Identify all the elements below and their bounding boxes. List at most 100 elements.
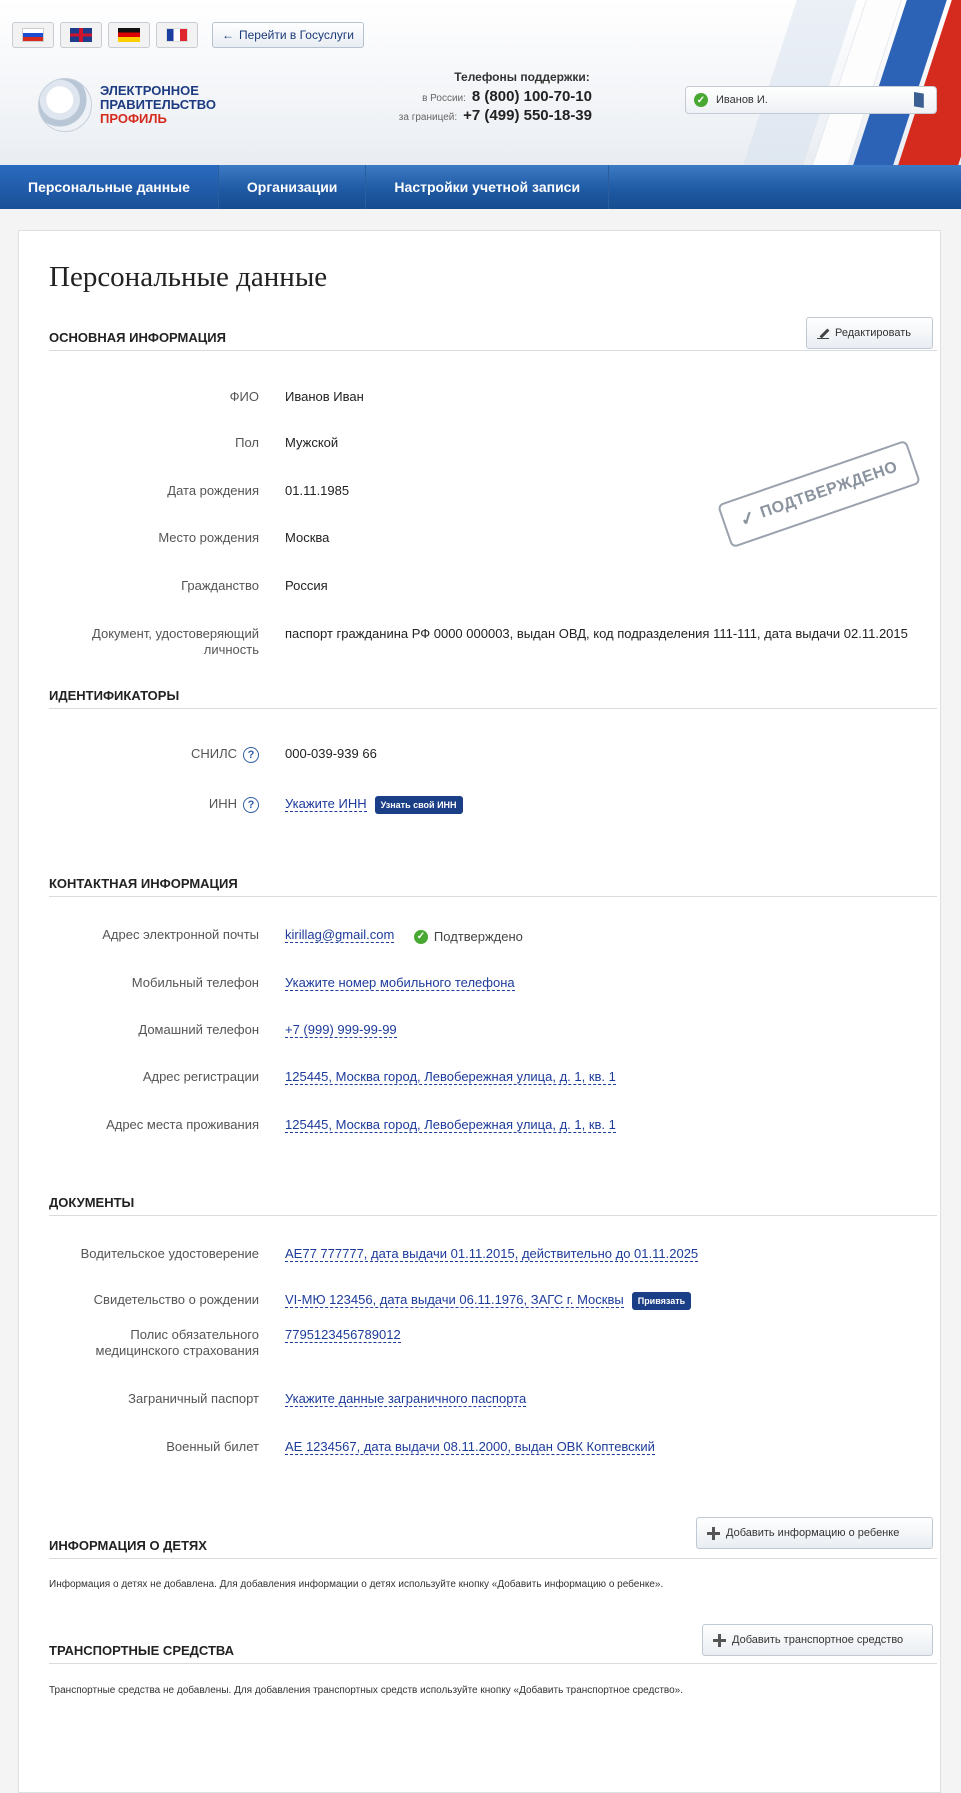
snils-label-row: СНИЛС? <box>19 746 259 763</box>
military-id-link[interactable]: АЕ 1234567, дата выдачи 08.11.2000, выда… <box>285 1439 655 1455</box>
fio-value: Иванов Иван <box>285 389 364 404</box>
snils-value: 000-039-939 66 <box>285 746 377 761</box>
foreign-passport-link[interactable]: Укажите данные заграничного паспорта <box>285 1391 527 1407</box>
nav-item-account-settings[interactable]: Настройки учетной записи <box>366 165 610 209</box>
user-name: Иванов И. <box>716 94 768 106</box>
phone-abroad-row: за границей: +7 (499) 550-18-39 <box>372 107 632 124</box>
nav-item-personal-data[interactable]: Персональные данные <box>0 165 219 209</box>
citizenship-value: Россия <box>285 578 328 593</box>
driver-license-label: Водительское удостоверение <box>80 1246 259 1261</box>
flag-fr-icon <box>166 28 188 42</box>
stamp-text: ПОДТВЕРЖДЕНО <box>758 458 900 522</box>
support-phones: Телефоны поддержки: в России: 8 (800) 10… <box>372 70 632 124</box>
goto-gosuslugi-label: Перейти в Госуслуги <box>239 28 354 42</box>
home-phone-row: +7 (999) 999-99-99 <box>285 1022 925 1038</box>
phone-russia-number: 8 (800) 100-70-10 <box>471 88 592 105</box>
help-icon[interactable]: ? <box>243 796 259 813</box>
children-note: Информация о детях не добавлена. Для доб… <box>49 1579 664 1590</box>
add-child-label: Добавить информацию о ребенке <box>726 1527 900 1539</box>
exit-icon[interactable] <box>914 92 924 108</box>
reg-address-link[interactable]: 125445, Москва город, Левобережная улица… <box>285 1069 616 1085</box>
mobile-label: Мобильный телефон <box>131 975 259 990</box>
flag-de-icon <box>118 28 140 42</box>
email-link[interactable]: kirillag@gmail.com <box>285 927 395 943</box>
nav-item-organizations[interactable]: Организации <box>219 165 367 209</box>
section-title: ДОКУМЕНТЫ <box>49 1195 135 1210</box>
live-address-row: 125445, Москва город, Левобережная улица… <box>285 1117 925 1133</box>
phone-russia-label: в России: <box>422 93 466 104</box>
live-address-link[interactable]: 125445, Москва город, Левобережная улица… <box>285 1117 616 1133</box>
pencil-icon <box>817 327 829 339</box>
oms-label-line2: медицинского страхования <box>95 1343 259 1358</box>
id-document-label-line2: личность <box>203 642 259 657</box>
oms-label-line1: Полис обязательного <box>130 1327 259 1342</box>
nav-filler <box>609 165 961 209</box>
section-title: ТРАНСПОРТНЫЕ СРЕДСТВА <box>49 1643 235 1658</box>
flag-ru-icon <box>22 28 44 42</box>
driver-license-link[interactable]: АЕ77 777777, дата выдачи 01.11.2015, дей… <box>285 1246 699 1262</box>
section-basic-info: ОСНОВНАЯ ИНФОРМАЦИЯ <box>49 328 937 351</box>
help-icon[interactable]: ? <box>243 746 259 763</box>
military-id-row: АЕ 1234567, дата выдачи 08.11.2000, выда… <box>285 1439 925 1455</box>
check-circle-icon: ✓ <box>413 930 428 944</box>
support-caption: Телефоны поддержки: <box>454 70 590 84</box>
goto-gosuslugi-button[interactable]: ← Перейти в Госуслуги <box>212 22 364 48</box>
snils-label: СНИЛС <box>190 746 237 761</box>
emblem-icon <box>38 78 92 132</box>
id-document-value: паспорт гражданина РФ 0000 000003, выдан… <box>285 626 908 641</box>
edit-button[interactable]: Редактировать <box>806 317 933 349</box>
page-title: Персональные данные <box>49 261 328 293</box>
logo-line-2: ПРАВИТЕЛЬСТВО <box>100 97 216 112</box>
content-panel: Персональные данные ОСНОВНАЯ ИНФОРМАЦИЯ … <box>18 230 941 1793</box>
email-label: Адрес электронной почты <box>102 927 259 942</box>
phone-abroad-label: за границей: <box>398 112 458 123</box>
language-de-button[interactable] <box>108 22 150 48</box>
add-vehicle-button[interactable]: Добавить транспортное средство <box>702 1624 933 1656</box>
language-en-button[interactable] <box>60 22 102 48</box>
oms-label: Полис обязательного медицинского страхов… <box>19 1327 259 1359</box>
mobile-link[interactable]: Укажите номер мобильного телефона <box>285 975 515 991</box>
section-title: КОНТАКТНАЯ ИНФОРМАЦИЯ <box>49 876 238 891</box>
mobile-row: Укажите номер мобильного телефона <box>285 975 925 991</box>
user-menu[interactable]: ✓ Иванов И. <box>685 86 937 114</box>
inn-row: Укажите ИНН Узнать свой ИНН <box>285 796 925 814</box>
arrow-left-icon: ← <box>222 28 234 42</box>
check-circle-icon: ✓ <box>694 93 708 107</box>
citizenship-label: Гражданство <box>181 578 259 593</box>
id-document-label-line1: Документ, удостоверяющий <box>92 626 259 641</box>
inn-label: ИНН <box>208 796 237 811</box>
oms-link[interactable]: 7795123456789012 <box>285 1327 401 1343</box>
home-phone-label: Домашний телефон <box>138 1022 259 1037</box>
language-bar: ← Перейти в Госуслуги <box>12 22 364 48</box>
section-title: ИДЕНТИФИКАТОРЫ <box>49 688 180 703</box>
driver-license-row: АЕ77 777777, дата выдачи 01.11.2015, дей… <box>285 1246 925 1262</box>
edit-button-label: Редактировать <box>835 327 911 339</box>
birth-place-label: Место рождения <box>158 530 259 545</box>
section-contacts: КОНТАКТНАЯ ИНФОРМАЦИЯ <box>49 874 937 897</box>
oms-row: 7795123456789012 <box>285 1327 925 1343</box>
section-title: ОСНОВНАЯ ИНФОРМАЦИЯ <box>49 330 226 345</box>
foreign-passport-label: Заграничный паспорт <box>128 1391 259 1406</box>
inn-link[interactable]: Укажите ИНН <box>285 796 367 813</box>
gender-value: Мужской <box>285 435 339 450</box>
vehicles-note: Транспортные средства не добавлены. Для … <box>49 1685 684 1696</box>
site-logo[interactable]: ЭЛЕКТРОННОЕ ПРАВИТЕЛЬСТВО ПРОФИЛЬ <box>38 78 216 132</box>
birth-place-value: Москва <box>285 530 330 545</box>
link-birth-cert-button[interactable]: Привязать <box>631 1292 692 1310</box>
add-vehicle-label: Добавить транспортное средство <box>732 1634 904 1646</box>
phone-russia-row: в России: 8 (800) 100-70-10 <box>372 88 632 105</box>
home-phone-link[interactable]: +7 (999) 999-99-99 <box>285 1022 397 1038</box>
check-icon: ✓ <box>737 505 759 530</box>
language-ru-button[interactable] <box>12 22 54 48</box>
email-row: kirillag@gmail.com ✓ Подтверждено <box>285 927 925 945</box>
birth-cert-link[interactable]: VI-МЮ 123456, дата выдачи 06.11.1976, ЗА… <box>285 1292 624 1309</box>
language-fr-button[interactable] <box>156 22 198 48</box>
reg-address-row: 125445, Москва город, Левобережная улица… <box>285 1069 925 1085</box>
birth-cert-row: VI-МЮ 123456, дата выдачи 06.11.1976, ЗА… <box>285 1292 925 1310</box>
section-identifiers: ИДЕНТИФИКАТОРЫ <box>49 686 937 709</box>
find-inn-button[interactable]: Узнать свой ИНН <box>374 796 463 814</box>
plus-icon <box>713 1633 726 1647</box>
id-document-label: Документ, удостоверяющий личность <box>19 626 259 658</box>
flag-uk-icon <box>70 28 92 42</box>
add-child-button[interactable]: Добавить информацию о ребенке <box>696 1517 933 1549</box>
